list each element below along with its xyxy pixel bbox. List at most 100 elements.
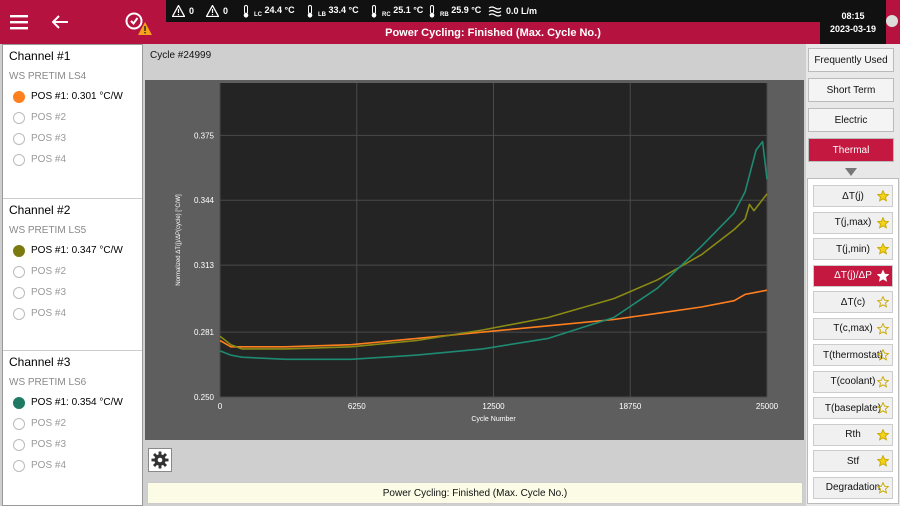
temp-lc: LC 24.4 °C (242, 0, 295, 22)
position-option[interactable]: POS #2 (3, 261, 142, 282)
star-filled-icon[interactable] (877, 455, 889, 467)
position-option[interactable]: POS #1: 0.301 °C/W (3, 86, 142, 107)
signal-button[interactable]: ΔT(j)/ΔP (813, 264, 893, 287)
star-outline-icon[interactable] (877, 349, 889, 361)
flow-waves-icon (488, 5, 502, 17)
position-option[interactable]: POS #1: 0.347 °C/W (3, 240, 142, 261)
top-bar: 0 0 LC 24.4 °C LB 33.4 °C RC 25.1 °C RB … (0, 0, 900, 44)
signal-button[interactable]: T(thermostat) (813, 344, 893, 366)
thermometer-icon (243, 4, 249, 18)
radio-selected (13, 90, 25, 103)
channel-2: Channel #2 WS PRETIM LS5 POS #1: 0.347 °… (3, 199, 142, 351)
radio-empty (13, 459, 25, 472)
signal-button[interactable]: T(coolant) (813, 370, 893, 393)
signal-button[interactable]: T(j,max) (813, 211, 893, 234)
position-option[interactable]: POS #3 (3, 434, 142, 455)
radio-selected (13, 244, 25, 257)
x-tick-label: 25000 (756, 402, 779, 411)
position-option[interactable]: POS #2 (3, 107, 142, 128)
signal-label: Rth (845, 429, 861, 440)
position-option[interactable]: POS #4 (3, 303, 142, 324)
y-tick-label: 0.344 (194, 196, 215, 205)
radio-selected (13, 396, 25, 409)
warning-icon (172, 5, 185, 17)
signal-label: ΔT(c) (840, 296, 866, 308)
radio-empty (13, 417, 25, 430)
star-filled-icon[interactable] (877, 190, 889, 202)
star-outline-icon[interactable] (877, 481, 889, 494)
position-option[interactable]: POS #4 (3, 455, 142, 476)
star-filled-icon[interactable] (877, 216, 889, 229)
signal-label: T(coolant) (830, 376, 876, 387)
temp-rc: RC 25.1 °C (370, 0, 423, 22)
star-outline-icon[interactable] (877, 402, 889, 414)
warning-count-1: 0 (189, 6, 195, 16)
chart-container: 0 6250 12500 18750 25000 0.250 0.281 0.313 0.344… (145, 80, 804, 440)
signal-panel: Frequently Used Short Term Electric Ther… (806, 44, 900, 506)
signal-button[interactable]: Stf (813, 450, 893, 472)
star-outline-icon[interactable] (877, 375, 889, 388)
position-option[interactable]: POS #3 (3, 282, 142, 303)
signal-label: ΔT(j)/ΔP (834, 270, 872, 281)
signal-button[interactable]: ΔT(j) (813, 185, 893, 207)
radio-empty (13, 153, 25, 166)
warning-indicator-1[interactable]: 0 (172, 0, 194, 22)
position-option[interactable]: POS #4 (3, 149, 142, 170)
app-window: 0 0 LC 24.4 °C LB 33.4 °C RC 25.1 °C RB … (0, 0, 900, 506)
radio-empty (13, 265, 25, 278)
menu-icon[interactable] (6, 10, 32, 34)
position-option[interactable]: POS #2 (3, 413, 142, 434)
star-filled-icon[interactable] (877, 269, 889, 282)
signal-button[interactable]: T(j,min) (813, 238, 893, 260)
thermometer-icon (307, 4, 313, 18)
radio-empty (13, 132, 25, 145)
status-bar: 0 0 LC 24.4 °C LB 33.4 °C RC 25.1 °C RB … (166, 0, 820, 22)
cycle-timer-warning-icon[interactable] (124, 10, 154, 36)
y-tick-label: 0.375 (194, 131, 215, 140)
signal-label: T(thermostat) (822, 349, 883, 361)
y-axis-label: Normalized ΔT(j)/ΔP(cycle) [°C/W] (176, 194, 182, 286)
signal-label: T(j,min) (836, 243, 870, 255)
channel-device: WS PRETIM LS4 (9, 71, 87, 82)
star-outline-icon[interactable] (877, 322, 889, 335)
back-arrow-icon[interactable] (48, 10, 72, 34)
position-option[interactable]: POS #1: 0.354 °C/W (3, 392, 142, 413)
cycle-label: Cycle #24999 (150, 50, 212, 61)
clock-time: 08:15 (841, 11, 865, 21)
category-electric[interactable]: Electric (808, 108, 894, 132)
x-tick-label: 0 (218, 402, 223, 411)
category-short-term[interactable]: Short Term (808, 78, 894, 102)
position-option[interactable]: POS #3 (3, 128, 142, 149)
y-tick-label: 0.281 (194, 328, 215, 337)
channel-title: Channel #2 (9, 203, 71, 217)
chart-svg[interactable]: 0 6250 12500 18750 25000 0.250 0.281 0.313 0.344… (145, 80, 804, 440)
channel-title: Channel #3 (9, 355, 71, 369)
radio-empty (13, 438, 25, 451)
x-tick-label: 18750 (619, 402, 642, 411)
star-filled-icon[interactable] (877, 243, 889, 255)
channel-panel: Channel #1 WS PRETIM LS4 POS #1: 0.301 °… (2, 44, 143, 506)
star-filled-icon[interactable] (877, 428, 889, 441)
signal-label: T(baseplate) (824, 402, 882, 414)
channel-title: Channel #1 (9, 49, 71, 63)
signal-label: T(c,max) (833, 323, 873, 334)
signal-button[interactable]: T(baseplate) (813, 397, 893, 419)
y-tick-label: 0.250 (194, 393, 215, 402)
signal-button[interactable]: ΔT(c) (813, 291, 893, 313)
channel-3: Channel #3 WS PRETIM LS6 POS #1: 0.354 °… (3, 351, 142, 505)
channel-device: WS PRETIM LS5 (9, 225, 87, 236)
radio-empty (13, 286, 25, 299)
settings-button[interactable] (148, 448, 172, 472)
signal-button[interactable]: T(c,max) (813, 317, 893, 340)
connection-indicator (886, 15, 898, 27)
radio-empty (13, 111, 25, 124)
warning-indicator-2[interactable]: 0 (206, 0, 228, 22)
signal-label: Degradation (825, 482, 881, 493)
x-tick-label: 12500 (482, 402, 505, 411)
radio-empty (13, 307, 25, 320)
signal-button[interactable]: Degradation (813, 476, 893, 499)
category-frequently-used[interactable]: Frequently Used (808, 48, 894, 72)
category-thermal[interactable]: Thermal (808, 138, 894, 162)
star-outline-icon[interactable] (877, 296, 889, 308)
signal-button[interactable]: Rth (813, 423, 893, 446)
